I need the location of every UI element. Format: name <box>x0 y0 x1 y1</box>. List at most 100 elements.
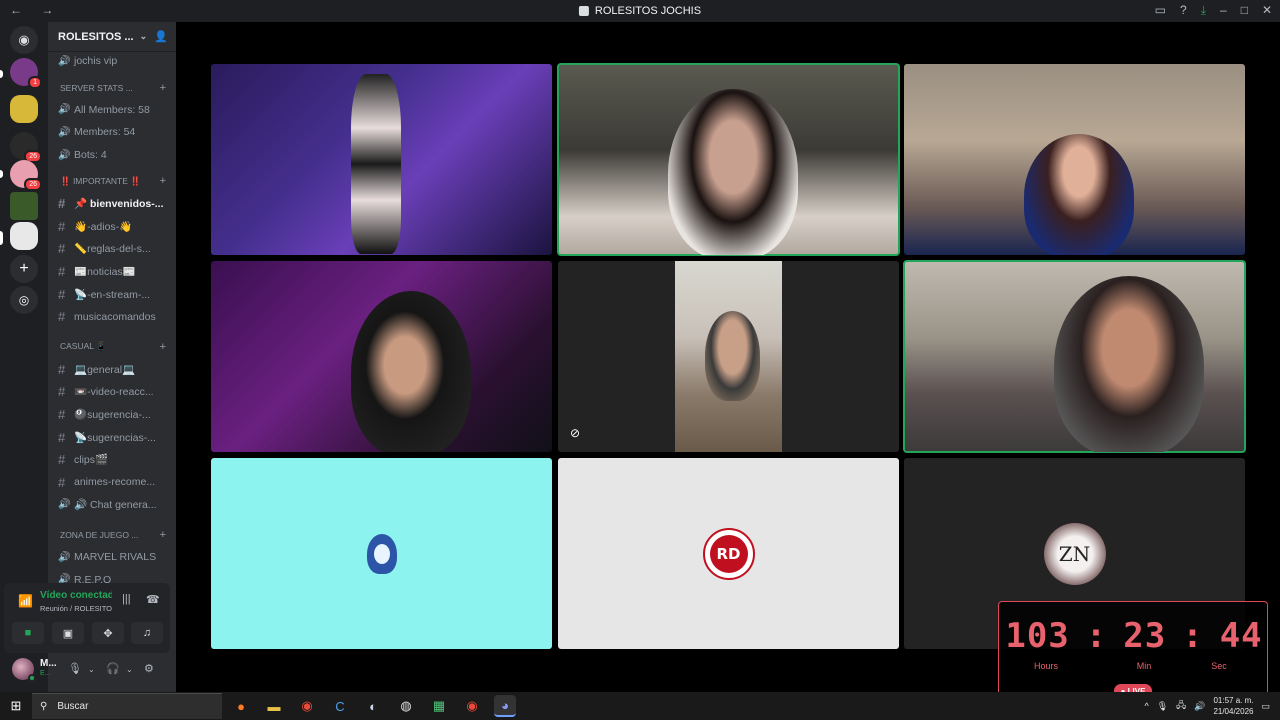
activities-button[interactable]: ✥ <box>92 622 124 644</box>
guild-icon-4[interactable]: 26 <box>10 160 42 191</box>
guild-icon-2[interactable] <box>10 95 38 123</box>
channel-jochis-vip[interactable]: 🔊 jochis vip <box>48 50 176 73</box>
channel-general[interactable]: # 💻general💻 <box>48 358 176 381</box>
app-c-icon[interactable]: C <box>329 695 351 717</box>
back-forward-arrows[interactable]: ← → <box>10 3 61 17</box>
voice-channel-info[interactable]: Reunión / ROLESITOS JOCHIS <box>40 604 112 613</box>
server-header[interactable]: ROLESITOS ... ⌄ 👤 <box>48 22 176 52</box>
channel-bienvenidos[interactable]: # 📌 bienvenidos-... <box>48 192 176 215</box>
hash-icon: # <box>58 406 66 422</box>
channel-animes[interactable]: # animes-recome... <box>48 471 176 494</box>
steam-icon[interactable]: ◐ <box>362 695 384 717</box>
clock[interactable]: 01:57 a. m. 21/04/2026 <box>1213 695 1253 717</box>
chevron-up-icon[interactable]: ^ <box>1145 701 1149 711</box>
minimize-button[interactable]: – <box>1220 3 1227 18</box>
channel-video-reacc[interactable]: # 📼-video-reacc... <box>48 381 176 404</box>
timer-minutes: 23 <box>1123 616 1167 656</box>
video-tile-cam-5[interactable]: ⊘ <box>558 261 899 452</box>
video-tile-avatar-hood[interactable] <box>211 458 552 649</box>
maximize-button[interactable]: □ <box>1241 3 1248 18</box>
channel-clips[interactable]: # clips🎬 <box>48 448 176 471</box>
close-button[interactable]: ✕ <box>1262 3 1272 18</box>
guild-icon-3[interactable]: 26 <box>10 132 42 163</box>
discover-icon[interactable]: ◎ <box>10 286 38 314</box>
guild-icon-5[interactable] <box>10 192 38 220</box>
voice-connection-panel: 📶 Vídeo conectado Reunión / ROLESITOS JO… <box>4 583 170 653</box>
add-channel-icon[interactable]: + <box>160 529 166 541</box>
seconds-label: Sec <box>1211 661 1227 671</box>
taskbar-search[interactable]: ⚲ Buscar <box>32 693 222 719</box>
category-label: CASUAL 📱 <box>60 341 107 352</box>
obs-icon[interactable]: ◍ <box>395 695 417 717</box>
inbox-icon[interactable]: ▭ <box>1155 3 1166 18</box>
gear-icon[interactable]: ⚙ <box>144 662 154 675</box>
channel-label: animes-recome... <box>74 476 156 489</box>
discord-home-icon[interactable]: ◉ <box>10 26 38 54</box>
channel-all-members[interactable]: 🔊 All Members: 58 <box>48 99 176 122</box>
chrome-profile-icon[interactable]: ◉ <box>461 695 483 717</box>
video-tile-avatar-rd[interactable]: RD <box>558 458 899 649</box>
hash-icon: # <box>58 196 66 212</box>
headphones-icon[interactable]: 🎧 <box>106 662 120 675</box>
microphone-tray-icon[interactable]: 🎙 <box>1157 701 1168 712</box>
add-server-icon[interactable]: + <box>10 255 38 283</box>
channel-musicacomandos[interactable]: # musicacomandos <box>48 305 176 328</box>
video-tile-cam-6[interactable] <box>903 260 1246 453</box>
guild-icon-1[interactable]: 1 <box>10 58 42 89</box>
channel-sugerencias[interactable]: # 📡sugerencias-... <box>48 426 176 449</box>
add-channel-icon[interactable]: + <box>160 341 166 353</box>
disconnect-icon[interactable]: ☎ <box>146 593 160 606</box>
channel-adios[interactable]: # 👋-adios-👋 <box>48 215 176 238</box>
channel-reglas[interactable]: # 📏reglas-del-s... <box>48 238 176 261</box>
category-server-stats[interactable]: SERVER STATS ... + <box>48 77 176 99</box>
add-channel-icon[interactable]: + <box>160 82 166 94</box>
windows-start-icon[interactable]: ⊞ <box>0 692 32 720</box>
video-tile-cam-3[interactable] <box>904 64 1245 255</box>
discord-taskbar-icon[interactable]: ◕ <box>494 695 516 717</box>
network-icon[interactable]: 🖧 <box>1176 698 1186 714</box>
camera-button[interactable]: ■ <box>12 622 44 644</box>
window-title: ROLESITOS JOCHIS <box>578 5 701 17</box>
chevron-down-icon[interactable]: ⌄ <box>88 665 95 674</box>
hash-icon: # <box>58 309 66 325</box>
download-icon[interactable]: ⤓ <box>1201 3 1206 18</box>
category-label: Zona de Juego ... <box>60 530 139 541</box>
vtuber-avatar <box>351 74 401 254</box>
microphone-icon[interactable]: 🎙 <box>68 662 82 675</box>
file-explorer-icon[interactable]: ▬ <box>263 695 285 717</box>
noise-suppression-icon[interactable]: ||| <box>122 593 131 605</box>
signal-icon[interactable]: 📶 <box>18 594 33 608</box>
unread-pill <box>0 70 3 78</box>
avatar[interactable] <box>12 658 36 682</box>
server-icon <box>578 6 589 16</box>
channel-bots[interactable]: 🔊 Bots: 4 <box>48 144 176 167</box>
channel-chat-general[interactable]: 🔊 🔊 Chat genera... <box>48 494 176 517</box>
voice-status[interactable]: Vídeo conectado <box>40 590 112 601</box>
category-importante[interactable]: ‼️ IMPORTANTE ‼️ + <box>48 170 176 192</box>
category-zona-de-juego[interactable]: Zona de Juego ... + <box>48 524 176 546</box>
category-label: ‼️ IMPORTANTE ‼️ <box>60 175 141 186</box>
app-green-icon[interactable]: ▦ <box>428 695 450 717</box>
channel-marvel-rivals[interactable]: 🔊 MARVEL RIVALS <box>48 546 176 569</box>
invite-icon[interactable]: 👤 <box>154 30 168 43</box>
participant-video <box>1054 276 1204 452</box>
video-tile-cam-4[interactable] <box>211 261 552 452</box>
channel-members[interactable]: 🔊 Members: 54 <box>48 121 176 144</box>
volume-icon[interactable]: 🔊 <box>1194 701 1205 712</box>
notification-icon[interactable]: ▭ <box>1261 701 1270 712</box>
add-channel-icon[interactable]: + <box>160 175 166 187</box>
channel-en-stream[interactable]: # 📡-en-stream-... <box>48 283 176 306</box>
chrome-icon[interactable]: ◉ <box>296 695 318 717</box>
video-tile-cam-2[interactable] <box>557 63 900 256</box>
screen-share-button[interactable]: ▣ <box>52 622 84 644</box>
guild-icon-6[interactable] <box>10 222 38 250</box>
avatar-text: ZN <box>1058 541 1091 566</box>
channel-noticias[interactable]: # 📰noticias📰 <box>48 260 176 283</box>
channel-sugerencia[interactable]: # 🎱sugerencia-... <box>48 403 176 426</box>
category-casual[interactable]: CASUAL 📱 + <box>48 336 176 358</box>
help-icon[interactable]: ? <box>1180 3 1187 18</box>
firefox-icon[interactable]: ● <box>230 695 252 717</box>
video-tile-vtuber[interactable] <box>211 64 552 255</box>
chevron-down-icon[interactable]: ⌄ <box>126 665 133 674</box>
soundboard-button[interactable]: ♫ <box>131 622 163 644</box>
